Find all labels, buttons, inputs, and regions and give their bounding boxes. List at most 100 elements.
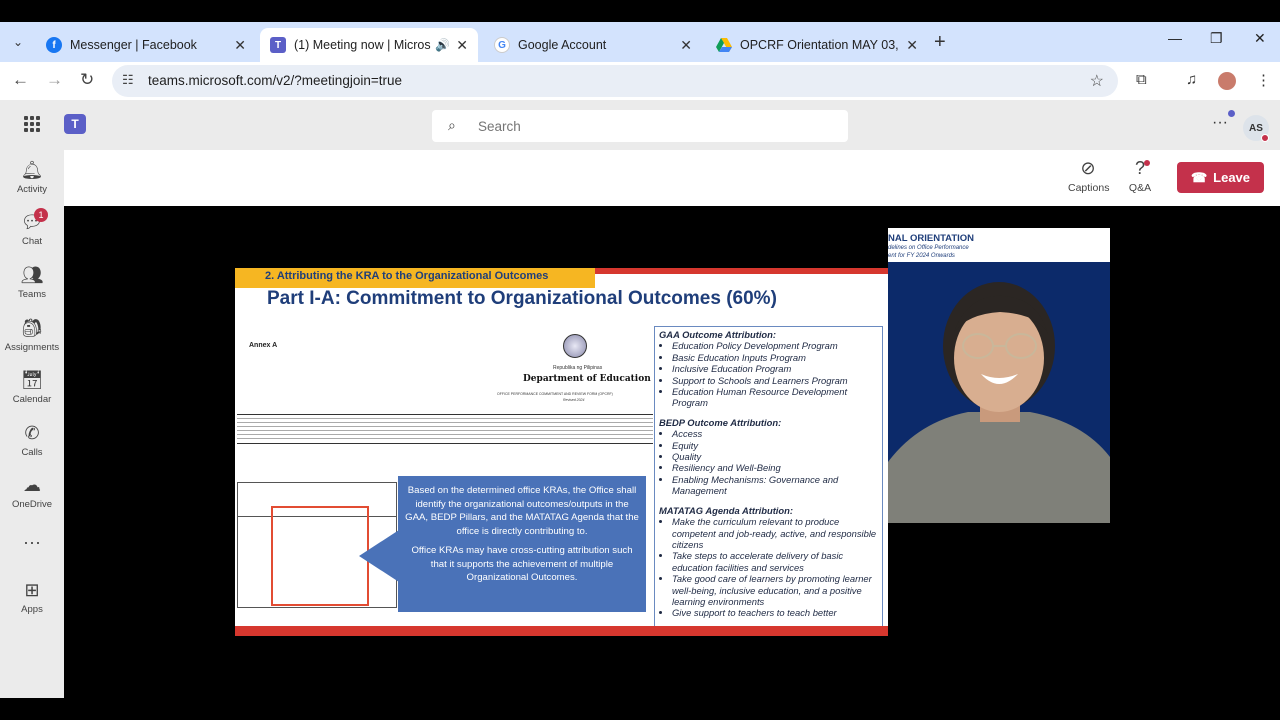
highlight-box xyxy=(271,506,369,606)
list-item: Take good care of learners by promoting … xyxy=(672,573,878,607)
tab-teams-meeting[interactable]: T (1) Meeting now | Microsoft 🔊 ✕ xyxy=(260,28,478,62)
search-box[interactable]: ⌕ xyxy=(432,110,848,142)
more-horizontal-icon: ··· xyxy=(23,532,41,552)
rail-item-calendar[interactable]: 📅︎ Calendar xyxy=(0,368,64,416)
callout-box: Based on the determined office KRAs, the… xyxy=(398,476,646,612)
list-item: Resiliency and Well-Being xyxy=(672,462,878,473)
add-app-icon: ⊞ xyxy=(24,580,40,600)
rail-label: OneDrive xyxy=(11,499,53,510)
reload-icon[interactable]: ↻ xyxy=(80,70,94,90)
rail-label: Activity xyxy=(16,184,48,195)
tab-search-chevron-icon[interactable]: ⌄ xyxy=(8,30,28,54)
captions-label: Captions xyxy=(1068,182,1110,194)
video-header-text: NAL ORIENTATION xyxy=(888,233,975,244)
participant-video-feed xyxy=(888,262,1110,523)
video-background-header: NAL ORIENTATION delines on Office Perfor… xyxy=(888,228,1110,262)
list-item: Access xyxy=(672,428,878,439)
teams-header: T ⌕ ··· AS xyxy=(0,100,1280,150)
list-item: Basic Education Inputs Program xyxy=(672,352,878,363)
video-header-line3: ent for FY 2024 Onwards xyxy=(888,253,955,259)
bedp-heading: BEDP Outcome Attribution: xyxy=(659,416,782,428)
close-tab-icon[interactable]: ✕ xyxy=(456,37,468,54)
site-info-icon[interactable]: ☷ xyxy=(122,72,134,88)
rail-label: Calendar xyxy=(12,394,52,405)
rail-label: Assignments xyxy=(4,342,60,353)
list-item: Education Human Resource Development Pro… xyxy=(672,386,878,409)
attribution-panel: GAA Outcome Attribution: Education Polic… xyxy=(654,326,883,630)
restore-icon[interactable]: ❐ xyxy=(1210,30,1223,47)
forward-icon[interactable]: → xyxy=(46,70,63,90)
slide-header-accent xyxy=(595,268,888,274)
rail-item-calls[interactable]: ✆ Calls xyxy=(0,421,64,469)
profile-avatar-icon[interactable] xyxy=(1218,72,1236,90)
more-options-icon[interactable]: ··· xyxy=(1212,114,1228,132)
tab-messenger[interactable]: f Messenger | Facebook ✕ xyxy=(36,28,256,62)
speaker-icon[interactable]: 🔊 xyxy=(435,38,450,52)
backpack-icon: 🎒︎ xyxy=(20,318,44,338)
search-input[interactable] xyxy=(478,115,828,137)
form-fields xyxy=(237,414,653,444)
list-item: Quality xyxy=(672,451,878,462)
close-window-icon[interactable]: ✕ xyxy=(1254,30,1266,47)
tab-opcrf-orientation[interactable]: OPCRF Orientation MAY 03, 20 ✕ xyxy=(706,28,928,62)
calendar-icon: 📅︎ xyxy=(20,370,44,390)
rail-more-apps[interactable]: ··· xyxy=(0,530,64,560)
address-bar[interactable]: ☷ teams.microsoft.com/v2/?meetingjoin=tr… xyxy=(112,65,1118,97)
callout-arrow xyxy=(359,530,399,582)
qa-label: Q&A xyxy=(1128,182,1152,194)
rail-item-onedrive[interactable]: ☁ OneDrive xyxy=(0,473,64,521)
navigation-bar: ← → ↻ ☷ teams.microsoft.com/v2/?meetingj… xyxy=(0,62,1280,100)
list-item: Take steps to accelerate delivery of bas… xyxy=(672,550,878,573)
tab-google-account[interactable]: G Google Account ✕ xyxy=(484,28,702,62)
minimize-icon[interactable]: — xyxy=(1168,30,1182,46)
hang-up-icon: ☎ xyxy=(1190,169,1208,185)
slide-footer-band xyxy=(235,626,888,636)
rail-item-assignments[interactable]: 🎒︎ Assignments xyxy=(0,316,64,364)
teams-logo-icon: T xyxy=(64,114,86,134)
close-tab-icon[interactable]: ✕ xyxy=(680,37,692,54)
qa-button[interactable]: ? Q&A xyxy=(1128,158,1152,194)
tab-label: Messenger | Facebook xyxy=(70,38,197,52)
app-rail: 🔔︎ Activity 💬︎ 1 Chat 👥︎ Teams 🎒︎ Assign… xyxy=(0,150,64,698)
participant-video-tile[interactable]: NAL ORIENTATION delines on Office Perfor… xyxy=(888,228,1110,523)
tab-label: (1) Meeting now | Microsoft xyxy=(294,38,432,52)
deped-seal-icon xyxy=(563,334,587,358)
browser-menu-icon[interactable]: ⋮ xyxy=(1256,71,1271,89)
app-launcher-icon[interactable] xyxy=(24,116,40,132)
rail-item-teams[interactable]: 👥︎ Teams xyxy=(0,263,64,311)
google-icon: G xyxy=(494,37,510,53)
rail-item-activity[interactable]: 🔔︎ Activity xyxy=(0,158,64,206)
list-item: Equity xyxy=(672,440,878,451)
rail-label: Calls xyxy=(21,447,43,458)
search-icon: ⌕ xyxy=(448,117,456,133)
back-icon[interactable]: ← xyxy=(12,70,29,90)
list-item: Education Policy Development Program xyxy=(672,340,878,351)
close-tab-icon[interactable]: ✕ xyxy=(234,37,246,54)
form-revised: Revised 2024 xyxy=(563,398,585,402)
media-control-icon[interactable]: ♫ xyxy=(1186,71,1197,88)
video-header-line2: delines on Office Performance xyxy=(888,245,969,251)
extensions-icon[interactable]: ⧉ xyxy=(1136,71,1147,88)
close-tab-icon[interactable]: ✕ xyxy=(906,37,918,54)
list-item: Inclusive Education Program xyxy=(672,363,878,374)
google-drive-icon xyxy=(716,37,732,53)
phone-icon: ✆ xyxy=(24,423,40,443)
bookmark-star-icon[interactable]: ☆ xyxy=(1090,71,1104,91)
rail-label: Chat xyxy=(21,236,43,247)
leave-button[interactable]: ☎ Leave xyxy=(1177,162,1264,193)
captions-off-icon: ⊘ xyxy=(1080,158,1096,178)
list-item: Give support to teachers to teach better xyxy=(672,607,878,618)
tab-label: Google Account xyxy=(518,38,607,52)
form-name: OFFICE PERFORMANCE COMMITMENT AND REVIEW… xyxy=(497,392,613,396)
meeting-stage: 2. Attributing the KRA to the Organizati… xyxy=(64,206,1280,698)
new-tab-icon[interactable]: + xyxy=(934,31,946,54)
department-name: Department of Education xyxy=(523,374,651,384)
matatag-list: Make the curriculum relevant to produce … xyxy=(659,516,878,619)
rail-label: Teams xyxy=(18,289,46,300)
chat-unread-badge: 1 xyxy=(34,208,48,222)
rail-item-apps[interactable]: ⊞ Apps xyxy=(0,578,64,626)
url-text[interactable]: teams.microsoft.com/v2/?meetingjoin=true xyxy=(148,73,402,88)
leave-label: Leave xyxy=(1213,170,1251,185)
captions-button[interactable]: ⊘ Captions xyxy=(1068,158,1110,194)
rail-item-chat[interactable]: 💬︎ 1 Chat xyxy=(0,208,64,258)
